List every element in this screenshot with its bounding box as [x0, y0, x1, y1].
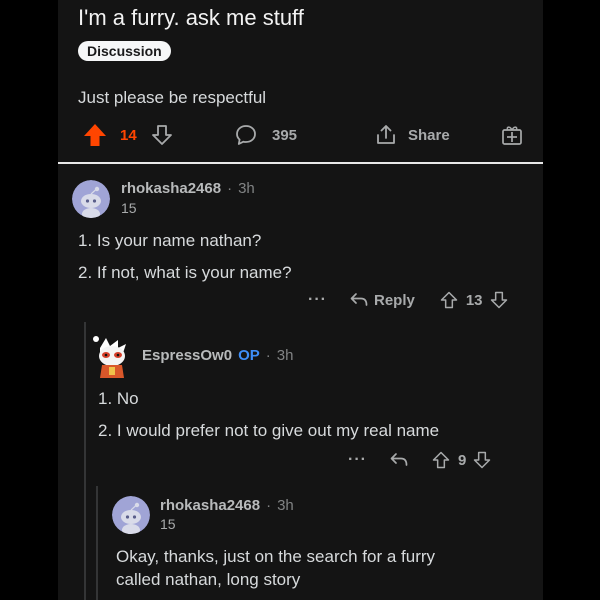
comment-upvote-button[interactable] — [439, 290, 459, 310]
user-flair: 15 — [121, 200, 137, 216]
user-flair: 15 — [160, 516, 176, 532]
comment-meta: EspressOw0 OP · 3h — [142, 347, 293, 364]
meta-separator: · — [265, 347, 271, 364]
comment-meta: rhokasha2468 · 3h — [160, 497, 294, 514]
comment-vote-count: 9 — [457, 451, 467, 469]
comment-downvote-button[interactable] — [472, 450, 492, 470]
comment-meta: rhokasha2468 · 3h — [121, 180, 255, 197]
comment-line: called nathan, long story — [116, 570, 301, 589]
reply-label: Reply — [373, 291, 415, 309]
comment-count: 395 — [272, 126, 298, 144]
comment-vote-count: 13 — [465, 291, 483, 309]
custom-avatar-icon — [93, 336, 126, 378]
comment-username[interactable]: EspressOw0 — [142, 347, 232, 364]
comment-time: 3h — [276, 347, 294, 364]
reply-arrow-icon — [390, 453, 408, 466]
post-title: I'm a furry. ask me stuff — [78, 5, 304, 30]
meta-separator: · — [266, 497, 272, 514]
post-flair[interactable]: Discussion — [78, 41, 171, 61]
thread-line-level-1[interactable] — [84, 322, 86, 600]
gift-award-icon — [500, 123, 524, 147]
meta-separator: · — [227, 180, 233, 197]
post-action-bar: 14 395 Share — [58, 118, 543, 152]
share-label: Share — [408, 126, 450, 144]
comment-line: Okay, thanks, just on the search for a f… — [116, 547, 436, 566]
comment-action-bar: ··· Reply 13 — [308, 288, 509, 312]
reply-button[interactable] — [389, 450, 409, 470]
avatar[interactable] — [72, 180, 110, 218]
more-options-button[interactable]: ··· — [308, 291, 327, 309]
upvote-arrow-icon — [432, 451, 450, 469]
snoo-avatar-icon — [72, 180, 110, 218]
post-vote-count: 14 — [120, 126, 137, 144]
upvote-arrow-icon — [440, 291, 458, 309]
avatar[interactable] — [112, 496, 150, 534]
more-options-button[interactable]: ··· — [348, 451, 367, 469]
comment-username[interactable]: rhokasha2468 — [160, 497, 260, 514]
thread-line-level-2[interactable] — [96, 486, 98, 600]
avatar[interactable] — [92, 336, 130, 378]
reply-arrow-icon — [349, 290, 369, 310]
op-badge: OP — [238, 347, 260, 364]
comment-line: 1. No — [98, 389, 139, 408]
downvote-arrow-icon — [490, 291, 507, 309]
post-comments-button[interactable]: 395 — [234, 118, 297, 152]
comment-time: 3h — [277, 497, 294, 514]
downvote-arrow-icon — [150, 123, 174, 147]
comment-line: 1. Is your name nathan? — [78, 231, 262, 250]
comment-action-bar: ··· 9 — [348, 448, 492, 472]
comment-upvote-button[interactable] — [431, 450, 451, 470]
comment-downvote-button[interactable] — [489, 290, 509, 310]
snoo-avatar-icon — [112, 496, 150, 534]
award-button[interactable] — [500, 118, 524, 152]
post-body: Just please be respectful — [78, 88, 267, 107]
post-screen: I'm a furry. ask me stuff Discussion Jus… — [58, 0, 543, 600]
post-upvote-button[interactable] — [82, 118, 108, 152]
post-downvote-button[interactable] — [150, 118, 174, 152]
post-comments-divider — [58, 162, 543, 164]
comment-line: 2. If not, what is your name? — [78, 263, 292, 282]
comment-line: 2. I would prefer not to give out my rea… — [98, 421, 440, 440]
comment-username[interactable]: rhokasha2468 — [121, 180, 221, 197]
share-icon — [374, 123, 398, 147]
downvote-arrow-icon — [474, 451, 491, 469]
share-button[interactable]: Share — [374, 118, 450, 152]
upvote-arrow-filled-icon — [82, 122, 108, 148]
comment-time: 3h — [238, 180, 255, 197]
comment-bubble-icon — [234, 123, 258, 147]
reply-button[interactable]: Reply — [349, 290, 415, 310]
